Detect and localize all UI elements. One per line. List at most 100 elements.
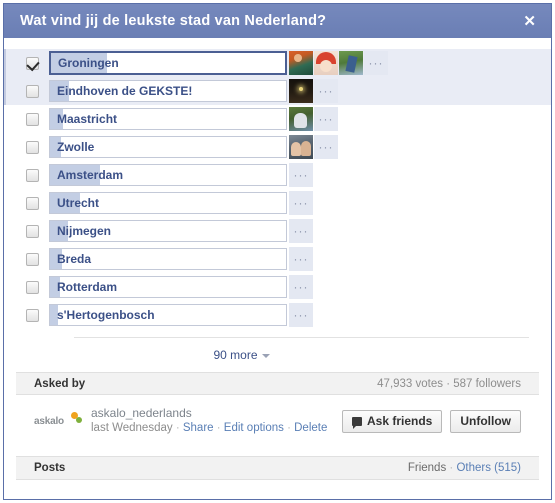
posts-header: Posts Friends · Others (515) bbox=[16, 456, 539, 480]
avatar[interactable] bbox=[289, 107, 313, 131]
asker-account-name[interactable]: askalo_nederlands bbox=[91, 406, 334, 421]
poll-option-voter-avatars: ··· bbox=[289, 163, 313, 187]
close-icon[interactable]: ✕ bbox=[520, 12, 539, 31]
poll-option-voter-avatars: ··· bbox=[289, 135, 338, 159]
askalo-logo-text: askalo bbox=[34, 415, 64, 427]
poll-option-bar[interactable]: Eindhoven de GEKSTE! bbox=[49, 80, 287, 102]
posts-filter-others[interactable]: Others (515) bbox=[456, 462, 521, 474]
meta-separator-2: · bbox=[216, 422, 224, 434]
poll-option-checkbox[interactable] bbox=[26, 168, 39, 182]
ask-friends-button[interactable]: Ask friends bbox=[341, 409, 443, 433]
dialog-body: Groningen ··· Eindhoven de GEKSTE! ··· Maast… bbox=[4, 38, 551, 499]
poll-option-bar[interactable]: Utrecht bbox=[49, 192, 287, 214]
avatar[interactable] bbox=[289, 135, 313, 159]
poll-option-voter-avatars: ··· bbox=[289, 107, 338, 131]
asked-by-label: Asked by bbox=[34, 377, 86, 390]
poll-option-voter-avatars: ··· bbox=[289, 51, 388, 75]
poll-option-row[interactable]: Nijmegen ··· bbox=[4, 217, 551, 245]
poll-option-row[interactable]: Rotterdam ··· bbox=[4, 273, 551, 301]
dialog-titlebar: Wat vind jij de leukste stad van Nederla… bbox=[4, 4, 551, 38]
asked-by-header: Asked by 47,933 votes · 587 followers bbox=[16, 372, 539, 395]
asker-meta-row: last Wednesday · Share · Edit options · … bbox=[91, 421, 334, 436]
poll-option-label: s'Hertogenbosch bbox=[57, 308, 155, 322]
poll-option-bar[interactable]: Breda bbox=[49, 248, 287, 270]
poll-option-voter-avatars: ··· bbox=[289, 191, 313, 215]
poll-option-more-icon[interactable]: ··· bbox=[289, 191, 313, 215]
share-link[interactable]: Share bbox=[183, 422, 214, 434]
poll-option-checkbox[interactable] bbox=[26, 56, 39, 70]
poll-option-checkbox[interactable] bbox=[26, 84, 39, 98]
unfollow-button[interactable]: Unfollow bbox=[450, 409, 521, 433]
poll-option-label: Maastricht bbox=[57, 112, 118, 126]
poll-option-more-icon[interactable]: ··· bbox=[289, 247, 313, 271]
asker-row: askalo askalo_nederlands last Wednesday … bbox=[16, 395, 539, 448]
poll-option-row[interactable]: Breda ··· bbox=[4, 245, 551, 273]
poll-option-checkbox[interactable] bbox=[26, 196, 39, 210]
ask-friends-label: Ask friends bbox=[366, 414, 433, 428]
poll-option-row[interactable]: Zwolle ··· bbox=[4, 133, 551, 161]
unfollow-label: Unfollow bbox=[460, 414, 511, 428]
poll-option-row[interactable]: Maastricht ··· bbox=[4, 105, 551, 133]
poll-option-row[interactable]: Eindhoven de GEKSTE! ··· bbox=[4, 77, 551, 105]
poll-dialog: Wat vind jij de leukste stad van Nederla… bbox=[3, 3, 552, 500]
chevron-down-icon bbox=[261, 353, 270, 358]
poll-option-label: Utrecht bbox=[57, 196, 100, 210]
poll-option-more-icon[interactable]: ··· bbox=[289, 303, 313, 327]
poll-option-label: Groningen bbox=[58, 56, 119, 70]
poll-option-more-icon[interactable]: ··· bbox=[314, 79, 338, 103]
poll-option-row[interactable]: Groningen ··· bbox=[4, 49, 551, 77]
more-options-row: 90 more bbox=[74, 337, 529, 372]
posts-label: Posts bbox=[34, 462, 66, 474]
dialog-title: Wat vind jij de leukste stad van Nederla… bbox=[20, 13, 327, 29]
more-label: 90 more bbox=[213, 348, 258, 362]
asker-info: askalo_nederlands last Wednesday · Share… bbox=[91, 406, 334, 436]
poll-option-voter-avatars: ··· bbox=[289, 303, 313, 327]
poll-option-bar[interactable]: Maastricht bbox=[49, 108, 287, 130]
poll-option-more-icon[interactable]: ··· bbox=[289, 275, 313, 299]
poll-option-bar[interactable]: Nijmegen bbox=[49, 220, 287, 242]
poll-option-more-icon[interactable]: ··· bbox=[364, 51, 388, 75]
posts-filter-row: Friends · Others (515) bbox=[408, 462, 521, 474]
askalo-logo: askalo bbox=[34, 410, 82, 432]
poll-option-more-icon[interactable]: ··· bbox=[289, 163, 313, 187]
poll-option-checkbox[interactable] bbox=[26, 308, 39, 322]
poll-option-bar[interactable]: s'Hertogenbosch bbox=[49, 304, 287, 326]
poll-option-voter-avatars: ··· bbox=[289, 247, 313, 271]
avatar[interactable] bbox=[314, 51, 338, 75]
poll-option-checkbox[interactable] bbox=[26, 280, 39, 294]
poll-option-label: Rotterdam bbox=[57, 280, 118, 294]
poll-option-label: Zwolle bbox=[57, 140, 95, 154]
edit-options-link[interactable]: Edit options bbox=[224, 422, 284, 434]
poll-option-more-icon[interactable]: ··· bbox=[289, 219, 313, 243]
megaphone-icon bbox=[351, 416, 362, 429]
avatar[interactable] bbox=[289, 79, 313, 103]
poll-option-more-icon[interactable]: ··· bbox=[314, 135, 338, 159]
avatar[interactable] bbox=[339, 51, 363, 75]
posts-filter-friends[interactable]: Friends bbox=[408, 462, 446, 474]
avatar[interactable] bbox=[289, 51, 313, 75]
poll-stats: 47,933 votes · 587 followers bbox=[377, 377, 521, 390]
poll-option-row[interactable]: s'Hertogenbosch ··· bbox=[4, 301, 551, 329]
poll-options-list: Groningen ··· Eindhoven de GEKSTE! ··· Maast… bbox=[4, 38, 551, 329]
poll-option-bar[interactable]: Amsterdam bbox=[49, 164, 287, 186]
poll-option-checkbox[interactable] bbox=[26, 224, 39, 238]
poll-option-voter-avatars: ··· bbox=[289, 79, 338, 103]
poll-option-bar[interactable]: Rotterdam bbox=[49, 276, 287, 298]
poll-option-label: Amsterdam bbox=[57, 168, 124, 182]
poll-option-label: Eindhoven de GEKSTE! bbox=[57, 84, 193, 98]
poll-option-row[interactable]: Utrecht ··· bbox=[4, 189, 551, 217]
poll-option-more-icon[interactable]: ··· bbox=[314, 107, 338, 131]
poll-option-label: Nijmegen bbox=[57, 224, 112, 238]
poll-option-voter-avatars: ··· bbox=[289, 275, 313, 299]
poll-option-bar[interactable]: Groningen bbox=[49, 51, 287, 75]
poll-option-row[interactable]: Amsterdam ··· bbox=[4, 161, 551, 189]
poll-option-checkbox[interactable] bbox=[26, 252, 39, 266]
poll-option-checkbox[interactable] bbox=[26, 112, 39, 126]
poll-option-checkbox[interactable] bbox=[26, 140, 39, 154]
show-more-button[interactable]: 90 more bbox=[213, 348, 270, 362]
delete-link[interactable]: Delete bbox=[294, 422, 327, 434]
logo-dot-green bbox=[76, 417, 82, 423]
poll-option-bar[interactable]: Zwolle bbox=[49, 136, 287, 158]
poll-option-label: Breda bbox=[57, 252, 92, 266]
asker-timestamp: last Wednesday bbox=[91, 422, 173, 434]
